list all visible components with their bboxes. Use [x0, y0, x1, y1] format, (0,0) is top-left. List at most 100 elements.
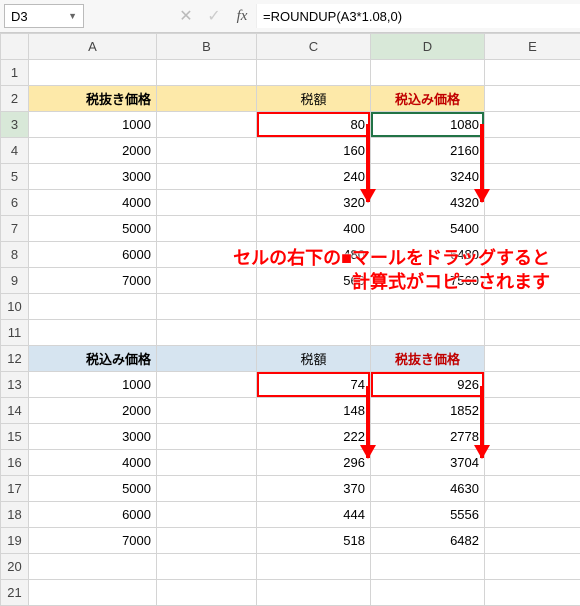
- cell[interactable]: 5400: [371, 216, 485, 242]
- cell[interactable]: [157, 320, 257, 346]
- row-header[interactable]: 3: [1, 112, 29, 138]
- cell[interactable]: [257, 580, 371, 606]
- cell[interactable]: [257, 320, 371, 346]
- cell[interactable]: 370: [257, 476, 371, 502]
- cell[interactable]: 6000: [29, 502, 157, 528]
- cell[interactable]: [157, 112, 257, 138]
- cell[interactable]: [257, 294, 371, 320]
- cell[interactable]: [29, 580, 157, 606]
- cell[interactable]: [157, 580, 257, 606]
- cell[interactable]: 4000: [29, 190, 157, 216]
- cell[interactable]: [485, 320, 580, 346]
- cell[interactable]: 518: [257, 528, 371, 554]
- cell[interactable]: 5000: [29, 476, 157, 502]
- cell[interactable]: [485, 346, 580, 372]
- cell[interactable]: 926: [371, 372, 485, 398]
- cell[interactable]: 6482: [371, 528, 485, 554]
- cell[interactable]: [485, 502, 580, 528]
- cell[interactable]: [371, 320, 485, 346]
- cell[interactable]: [157, 60, 257, 86]
- cell[interactable]: 148: [257, 398, 371, 424]
- cell[interactable]: [29, 554, 157, 580]
- active-cell[interactable]: 1080: [371, 112, 485, 138]
- cell[interactable]: [485, 190, 580, 216]
- cell[interactable]: [257, 60, 371, 86]
- cell[interactable]: [157, 450, 257, 476]
- cell[interactable]: 1852: [371, 398, 485, 424]
- row-header[interactable]: 14: [1, 398, 29, 424]
- cell[interactable]: [157, 86, 257, 112]
- row-header[interactable]: 20: [1, 554, 29, 580]
- cell[interactable]: [371, 60, 485, 86]
- cell[interactable]: [371, 580, 485, 606]
- row-header[interactable]: 13: [1, 372, 29, 398]
- name-box[interactable]: D3 ▼: [4, 4, 84, 28]
- cell[interactable]: 444: [257, 502, 371, 528]
- cell[interactable]: [485, 164, 580, 190]
- cell[interactable]: 80: [257, 112, 371, 138]
- cell[interactable]: 3704: [371, 450, 485, 476]
- cell[interactable]: [485, 528, 580, 554]
- header-cell[interactable]: 税込み価格: [29, 346, 157, 372]
- cell[interactable]: 3000: [29, 424, 157, 450]
- row-header[interactable]: 19: [1, 528, 29, 554]
- cell[interactable]: 4000: [29, 450, 157, 476]
- formula-input[interactable]: [256, 4, 580, 28]
- cell[interactable]: [29, 60, 157, 86]
- col-header-A[interactable]: A: [29, 34, 157, 60]
- cell[interactable]: [157, 294, 257, 320]
- cell[interactable]: 4630: [371, 476, 485, 502]
- cell[interactable]: [157, 372, 257, 398]
- corner-cell[interactable]: [1, 34, 29, 60]
- cell[interactable]: [485, 60, 580, 86]
- cell[interactable]: 2160: [371, 138, 485, 164]
- row-header[interactable]: 5: [1, 164, 29, 190]
- cell[interactable]: 5556: [371, 502, 485, 528]
- col-header-B[interactable]: B: [157, 34, 257, 60]
- cell[interactable]: 74: [257, 372, 371, 398]
- cell[interactable]: [485, 372, 580, 398]
- row-header[interactable]: 9: [1, 268, 29, 294]
- confirm-icon[interactable]: ✓: [200, 2, 228, 30]
- chevron-down-icon[interactable]: ▼: [68, 11, 77, 21]
- cell[interactable]: 2778: [371, 424, 485, 450]
- cell[interactable]: [485, 216, 580, 242]
- cell[interactable]: 3240: [371, 164, 485, 190]
- cell[interactable]: [485, 294, 580, 320]
- cell[interactable]: [29, 320, 157, 346]
- cell[interactable]: 2000: [29, 138, 157, 164]
- cell[interactable]: [371, 294, 485, 320]
- cell[interactable]: [157, 554, 257, 580]
- cell[interactable]: [157, 346, 257, 372]
- row-header[interactable]: 18: [1, 502, 29, 528]
- cell[interactable]: [157, 138, 257, 164]
- spreadsheet-grid[interactable]: A B C D E 1 2 税抜き価格 税額 税込み価格 3 1000 80 1…: [0, 33, 580, 606]
- row-header[interactable]: 15: [1, 424, 29, 450]
- cell[interactable]: [29, 294, 157, 320]
- cell[interactable]: [485, 580, 580, 606]
- col-header-E[interactable]: E: [485, 34, 580, 60]
- header-cell[interactable]: 税抜き価格: [29, 86, 157, 112]
- cell[interactable]: [257, 554, 371, 580]
- cell[interactable]: 400: [257, 216, 371, 242]
- cell[interactable]: [157, 164, 257, 190]
- row-header[interactable]: 17: [1, 476, 29, 502]
- col-header-D[interactable]: D: [371, 34, 485, 60]
- cell[interactable]: 160: [257, 138, 371, 164]
- cell[interactable]: [485, 450, 580, 476]
- cell[interactable]: [157, 216, 257, 242]
- col-header-C[interactable]: C: [257, 34, 371, 60]
- cell[interactable]: 320: [257, 190, 371, 216]
- row-header[interactable]: 8: [1, 242, 29, 268]
- cell[interactable]: 7000: [29, 528, 157, 554]
- row-header[interactable]: 6: [1, 190, 29, 216]
- row-header[interactable]: 10: [1, 294, 29, 320]
- row-header[interactable]: 16: [1, 450, 29, 476]
- cell[interactable]: [157, 502, 257, 528]
- header-cell[interactable]: 税抜き価格: [371, 346, 485, 372]
- cell[interactable]: [157, 476, 257, 502]
- cancel-icon[interactable]: ✕: [172, 2, 200, 30]
- cell[interactable]: [157, 424, 257, 450]
- cell[interactable]: [485, 424, 580, 450]
- cell[interactable]: [485, 138, 580, 164]
